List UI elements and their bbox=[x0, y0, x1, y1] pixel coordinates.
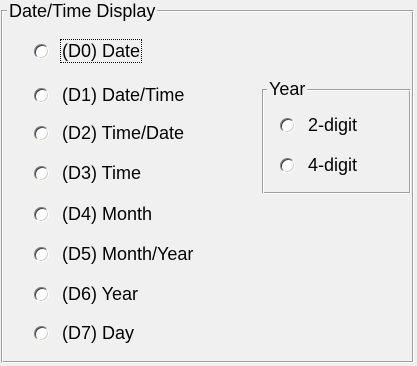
radio-label: (D2) Time/Date bbox=[62, 123, 185, 143]
radio-option-d4-month[interactable]: (D4) Month bbox=[34, 202, 153, 226]
radio-label: 2-digit bbox=[308, 115, 358, 135]
radio-label: (D6) Year bbox=[62, 284, 139, 304]
radio-button-icon[interactable] bbox=[34, 165, 49, 181]
radio-option-2-digit[interactable]: 2-digit bbox=[280, 113, 358, 137]
radio-option-d5-month-year[interactable]: (D5) Month/Year bbox=[34, 242, 194, 266]
radio-button-icon[interactable] bbox=[280, 117, 295, 133]
radio-option-d6-year[interactable]: (D6) Year bbox=[34, 282, 139, 306]
radio-button-icon[interactable] bbox=[34, 87, 49, 103]
radio-option-4-digit[interactable]: 4-digit bbox=[280, 153, 358, 177]
radio-option-d3-time[interactable]: (D3) Time bbox=[34, 161, 142, 185]
date-time-display-panel: Date/Time Display (D0) Date (D1) Date/Ti… bbox=[0, 0, 417, 366]
radio-label: (D3) Time bbox=[62, 163, 142, 183]
year-caption: Year bbox=[267, 79, 308, 99]
radio-button-icon[interactable] bbox=[34, 286, 49, 302]
radio-option-d1-date-time[interactable]: (D1) Date/Time bbox=[34, 83, 185, 107]
radio-button-icon[interactable] bbox=[280, 157, 295, 173]
radio-option-d7-day[interactable]: (D7) Day bbox=[34, 321, 135, 345]
radio-label: (D4) Month bbox=[62, 204, 153, 224]
year-groupbox bbox=[262, 89, 411, 194]
radio-option-d0-date[interactable]: (D0) Date bbox=[34, 39, 143, 63]
radio-button-icon[interactable] bbox=[34, 246, 49, 262]
radio-button-icon[interactable] bbox=[34, 325, 49, 341]
radio-label: (D7) Day bbox=[62, 323, 135, 343]
date-time-display-caption: Date/Time Display bbox=[7, 1, 158, 21]
radio-button-icon[interactable] bbox=[34, 43, 49, 59]
radio-label: 4-digit bbox=[308, 155, 358, 175]
radio-button-icon[interactable] bbox=[34, 206, 49, 222]
radio-label: (D5) Month/Year bbox=[62, 244, 194, 264]
radio-label: (D0) Date bbox=[59, 39, 143, 63]
radio-button-icon[interactable] bbox=[34, 125, 49, 141]
radio-label: (D1) Date/Time bbox=[62, 85, 185, 105]
radio-option-d2-time-date[interactable]: (D2) Time/Date bbox=[34, 121, 185, 145]
